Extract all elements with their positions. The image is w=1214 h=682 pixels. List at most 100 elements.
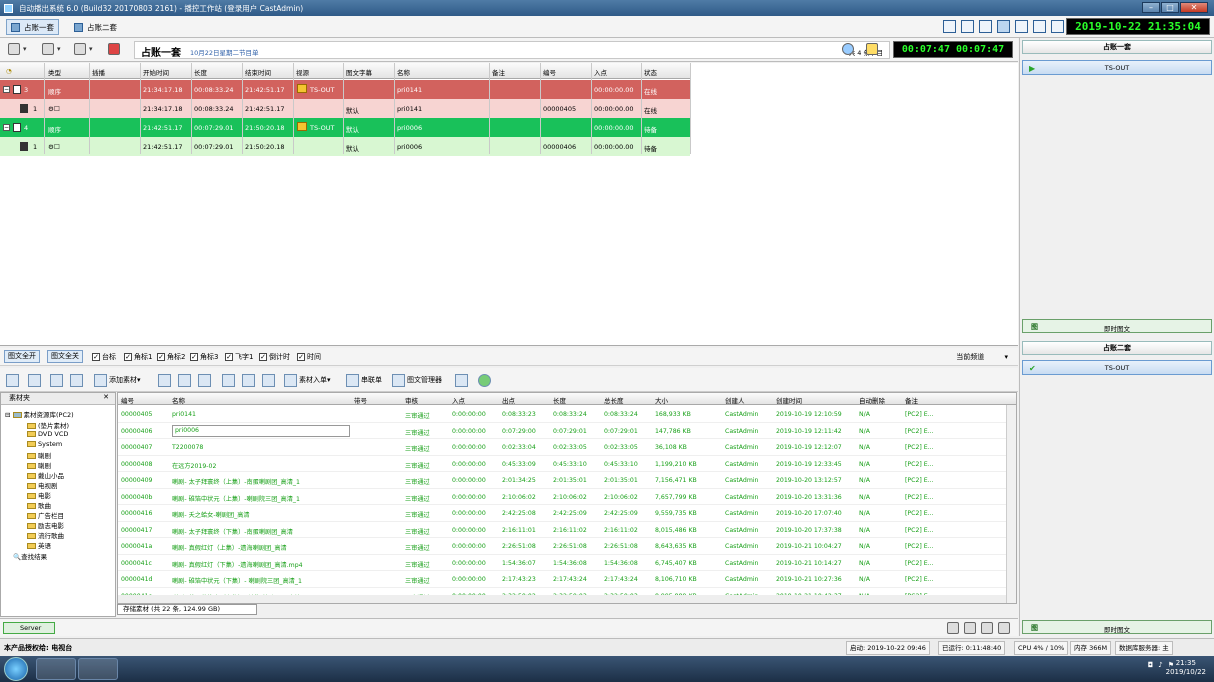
checkbox-corner-1[interactable]: ✓ 角标1 (124, 352, 152, 362)
table-view-button[interactable] (262, 372, 277, 388)
col-header[interactable]: 视源 (296, 67, 309, 77)
chevron-down-icon[interactable]: ▾ (89, 45, 93, 53)
col-header[interactable]: 状态 (644, 67, 657, 77)
tree-item[interactable]: 流行歌曲 (27, 530, 64, 540)
tree-root[interactable]: ⊟ 素材资源库(PC2) (5, 409, 74, 419)
chevron-down-icon[interactable]: ▾ (57, 45, 61, 53)
view-button[interactable] (50, 372, 65, 388)
tree-search-results[interactable]: 🔍查找结果 (13, 551, 47, 561)
library-row[interactable]: 00000409 喇剧- 太子拜寰终（上集）-南蛋喇剧团_高清_1 三审通过 0:00… (118, 472, 1006, 489)
library-row[interactable]: 0000041a 喇剧- 真假红灯（上集）-遗海喇剧团_高清 三审通过 0:00:00… (118, 538, 1006, 555)
tree-item[interactable]: DVD VCD (27, 430, 68, 438)
refresh-icon[interactable] (842, 43, 854, 55)
col-header[interactable]: 创建时间 (776, 395, 802, 405)
clip-tools-icon[interactable]: ⚙☐ (48, 105, 60, 113)
col-header[interactable]: 备注 (492, 67, 505, 77)
serial-list-button[interactable]: 串联单 (346, 372, 382, 388)
taskbar-clock[interactable]: 21:35 2019/10/22 (1166, 659, 1206, 677)
maximize-button[interactable]: □ (1161, 2, 1179, 13)
clip-tools-icon[interactable]: ⚙☐ (48, 143, 60, 151)
col-header[interactable]: 类型 (48, 67, 61, 77)
import-button[interactable] (6, 372, 21, 388)
add-material-button[interactable]: 添加素材 ▾ (94, 372, 141, 388)
playlist-subrow[interactable]: 1 ⚙☐ 21:42:51.17 00:07:29.01 21:50:20.18… (0, 137, 690, 156)
tree-item[interactable]: System (27, 440, 62, 448)
instant-graphics-button-2[interactable]: 图 即时图文 (1022, 620, 1212, 634)
search-icon[interactable] (998, 622, 1010, 634)
collapse-icon[interactable]: − (3, 86, 10, 93)
tab-channel-1[interactable]: 占账一套 (6, 19, 59, 35)
tree-item[interactable]: 广告栏目 (27, 510, 64, 520)
chevron-down-icon[interactable]: ▾ (23, 45, 27, 53)
checkbox-countdown[interactable]: ✓ 倒计时 (259, 352, 290, 362)
vertical-scrollbar[interactable] (1006, 405, 1016, 603)
record-icon[interactable] (108, 43, 120, 55)
checkbox-corner-2[interactable]: ✓ 角标2 (157, 352, 185, 362)
graphics-all-on-button[interactable]: 图文全开 (4, 350, 40, 363)
network-icon[interactable]: ◘ (1148, 661, 1154, 669)
instant-graphics-button-1[interactable]: 图 即时图文 (1022, 319, 1212, 333)
start-button[interactable] (4, 657, 28, 681)
layout-window-icon[interactable] (997, 20, 1010, 33)
col-header[interactable]: 入点 (594, 67, 607, 77)
checkbox-corner-3[interactable]: ✓ 角标3 (190, 352, 218, 362)
library-row[interactable]: 0000041c 喇剧- 真假红灯（下集）-遗海喇剧团_高清.mp4 三审通过 0:0… (118, 555, 1006, 571)
channel-1-source-item[interactable]: ▶ TS-OUT (1022, 60, 1212, 75)
library-row[interactable]: 00000405 pri0141 三审通过 0:00:00:00 0:08:33:23 0… (118, 406, 1006, 423)
tree-item[interactable]: 励志电影 (27, 520, 64, 530)
col-header[interactable]: 审核 (405, 395, 418, 405)
library-row[interactable]: 00000416 喇剧- 夭之蛤女-喇剧团_高清 三审通过 0:00:00:00 2:4… (118, 505, 1006, 522)
settings-icon[interactable] (1051, 20, 1064, 33)
copy-button[interactable] (198, 372, 213, 388)
col-header[interactable]: 编号 (543, 67, 556, 77)
channel-2-source-item[interactable]: ✔ TS-OUT (1022, 360, 1212, 375)
library-row[interactable]: 00000406 pri0006 三审通过 0:00:00:00 0:07:29:00 0… (118, 423, 1006, 439)
playlist-subrow[interactable]: 1 ⚙☐ 21:34:17.18 00:08:33.24 21:42:51.17… (0, 99, 690, 118)
layout-single-icon[interactable] (943, 20, 956, 33)
library-row[interactable]: 00000407 T2200078 三审通过 0:00:00:00 0:02:33:04… (118, 439, 1006, 456)
sync-icon[interactable] (964, 622, 976, 634)
settings-button[interactable] (455, 372, 470, 388)
close-button[interactable]: ✕ (1180, 2, 1208, 13)
search-button[interactable] (70, 372, 85, 388)
taskbar-app[interactable] (78, 658, 118, 680)
tree-item[interactable]: 英语 (27, 540, 51, 550)
current-channel-dropdown[interactable]: 当前频道 ▾ (956, 352, 1008, 362)
tree-item[interactable]: 喇剧 (27, 450, 51, 460)
layout-grid-icon[interactable] (979, 20, 992, 33)
checkbox-flying-text[interactable]: ✓ 飞字1 (225, 352, 253, 362)
layout-split-icon[interactable] (961, 20, 974, 33)
col-header[interactable]: 自动删除 (859, 395, 885, 405)
pencil-icon[interactable] (42, 43, 54, 55)
detail-view-button[interactable] (242, 372, 257, 388)
col-header[interactable]: 结束时间 (245, 67, 271, 77)
playlist-row[interactable]: − 3 顺序 21:34:17.18 00:08:33.24 21:42:51.… (0, 80, 690, 99)
lock-icon[interactable] (1033, 20, 1046, 33)
print-button[interactable] (178, 372, 193, 388)
delete-button[interactable] (158, 372, 173, 388)
col-header[interactable]: 带号 (354, 395, 367, 405)
collapse-icon[interactable]: − (3, 124, 10, 131)
tree-item[interactable]: 戴山小品 (27, 470, 64, 480)
tree-item[interactable]: 歌曲 (27, 500, 51, 510)
graphics-manager-button[interactable]: 图文管理器 (392, 372, 442, 388)
storage-tab[interactable]: 存储素材 (共 22 条, 124.99 GB) (117, 604, 257, 615)
library-row[interactable]: 0000041d 喇剧- 碓箔中状元（下集）- 喇剧院三团_高清_1 三审通过 0:0… (118, 571, 1006, 588)
col-header[interactable]: 名称 (397, 67, 410, 77)
col-header[interactable]: 长度 (553, 395, 566, 405)
tool-icon[interactable] (74, 43, 86, 55)
home-icon[interactable] (981, 622, 993, 634)
edit-icon[interactable] (1015, 20, 1028, 33)
col-header[interactable]: 入点 (452, 395, 465, 405)
tree-item[interactable]: 电影 (27, 490, 51, 500)
close-icon[interactable]: ✕ (103, 393, 109, 401)
graphics-all-off-button[interactable]: 图文全关 (47, 350, 83, 363)
library-row[interactable]: 00000417 喇剧- 太子拜寰终（下集）-南蛋喇剧团_高清 三审通过 0:00:0… (118, 522, 1006, 538)
col-header[interactable]: 插播 (92, 67, 105, 77)
library-row[interactable]: 0000040b 喇剧- 碓箔中状元（上集）-喇剧院三团_高清_1 三审通过 0:00… (118, 489, 1006, 505)
col-header[interactable]: 大小 (655, 395, 668, 405)
col-header[interactable]: 名称 (172, 395, 185, 405)
save-icon[interactable] (947, 622, 959, 634)
col-header[interactable]: 图文字幕 (346, 67, 372, 77)
minimize-button[interactable]: – (1142, 2, 1160, 13)
